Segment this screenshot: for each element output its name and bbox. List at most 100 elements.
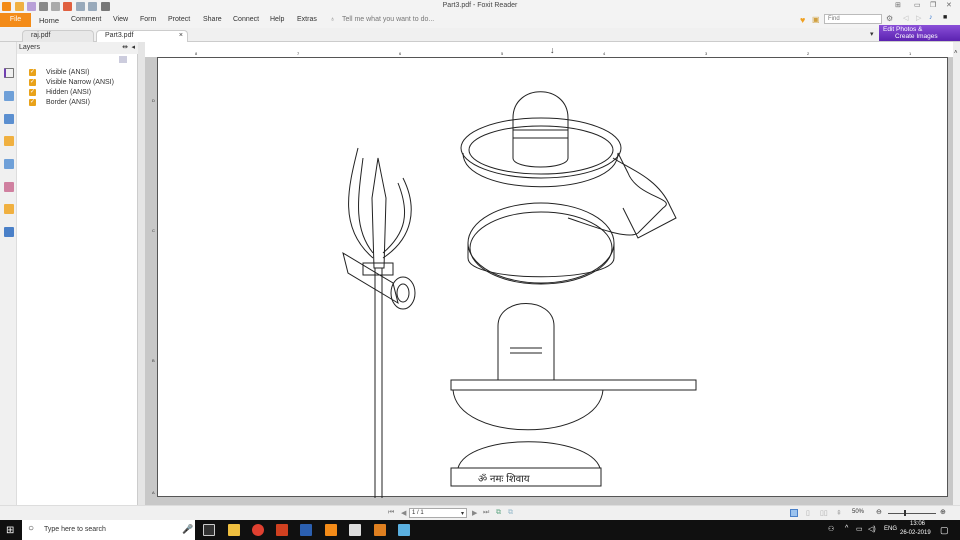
collapse-panel-icon[interactable]: ◂	[131, 43, 135, 51]
page-number-input[interactable]: 1 / 1 ▾	[409, 508, 467, 518]
panel-splitter[interactable]	[138, 42, 145, 505]
layers-panel: Layers ⇹ ◂ ✓ Visible (ANSI) ✓ Visible Narr…	[17, 42, 138, 505]
menu-form[interactable]: Form	[140, 16, 156, 23]
layer-item[interactable]: ✓ Visible Narrow (ANSI)	[29, 79, 114, 86]
ribbon-display-icon[interactable]: ⊞	[895, 1, 901, 9]
bookmarks-icon[interactable]	[4, 68, 14, 78]
vertical-scrollbar[interactable]: ˄	[953, 42, 960, 505]
tab-raj-pdf[interactable]: raj.pdf	[22, 30, 94, 42]
notepad-icon[interactable]	[398, 524, 410, 536]
zoom-level[interactable]: 50%	[852, 509, 864, 515]
tools-icon[interactable]	[4, 227, 14, 237]
photos-icon[interactable]	[349, 524, 361, 536]
menu-share[interactable]: Share	[203, 16, 222, 23]
tab-label: raj.pdf	[31, 32, 51, 39]
tab-part3-pdf[interactable]: Part3.pdf ×	[96, 30, 188, 42]
menu-home[interactable]: Home	[39, 16, 59, 25]
clock-date[interactable]: 26-02-2019	[900, 530, 931, 536]
minimize-button[interactable]: ▭	[914, 1, 921, 9]
file-menu[interactable]: File	[0, 13, 31, 27]
menu-connect[interactable]: Connect	[233, 16, 259, 23]
task-view-icon[interactable]	[203, 524, 215, 536]
menu-protect[interactable]: Protect	[168, 16, 190, 23]
comments-icon[interactable]	[4, 136, 14, 146]
clock-time[interactable]: 13:06	[910, 521, 925, 527]
close-tab-icon[interactable]: ×	[179, 32, 183, 39]
people-icon[interactable]: ⚇	[828, 525, 834, 533]
next-page-icon[interactable]: ▶	[472, 509, 477, 517]
taskbar-search[interactable]: ○ Type here to search 🎤	[22, 520, 195, 540]
checkbox-checked-icon[interactable]: ✓	[29, 89, 36, 96]
volume-icon[interactable]: ◁)	[868, 525, 876, 533]
security-icon[interactable]	[4, 204, 14, 214]
zoom-slider[interactable]	[888, 513, 936, 514]
menu-bar: Home Comment View Form Protect Share Con…	[0, 13, 960, 28]
shivling-front-drawing: ॐ नमः शिवाय	[450, 303, 697, 487]
settings-icon[interactable]: ⚙	[886, 14, 893, 23]
layer-item[interactable]: ✓ Hidden (ANSI)	[29, 89, 91, 96]
layers-icon[interactable]	[4, 114, 14, 124]
checkbox-checked-icon[interactable]: ✓	[29, 99, 36, 106]
ruler-label: 1	[909, 51, 912, 56]
heart-icon[interactable]: ♥	[800, 15, 805, 25]
tray-chevron-icon[interactable]: ^	[845, 525, 848, 532]
app-p-icon[interactable]	[276, 524, 288, 536]
layer-item[interactable]: ✓ Border (ANSI)	[29, 99, 90, 106]
layers-title: Layers	[19, 44, 41, 51]
user-icon[interactable]: ■	[943, 14, 947, 21]
view-previous-icon[interactable]: ⧉	[496, 509, 501, 517]
collapse-ribbon-icon[interactable]: ▾	[870, 30, 874, 38]
network-icon[interactable]: ▭	[856, 525, 863, 533]
checkbox-checked-icon[interactable]: ✓	[29, 69, 36, 76]
pages-icon[interactable]	[4, 91, 14, 101]
language-indicator[interactable]: ENG	[884, 526, 897, 532]
checkbox-checked-icon[interactable]: ✓	[29, 79, 36, 86]
layer-item[interactable]: ✓ Visible (ANSI)	[29, 69, 89, 76]
last-page-icon[interactable]: ⏭	[483, 509, 489, 517]
notifications-icon[interactable]: ▢	[940, 525, 949, 536]
word-icon[interactable]	[300, 524, 312, 536]
scroll-up-icon[interactable]: ˄	[954, 50, 958, 56]
layer-label: Border (ANSI)	[46, 99, 90, 106]
expand-panel-icon[interactable]: ⇹	[122, 43, 128, 51]
bell-icon[interactable]: ♪	[929, 14, 933, 21]
navigation-panel-strip	[0, 42, 17, 520]
find-input[interactable]: Find	[824, 14, 882, 24]
layers-header: Layers ⇹ ◂	[17, 42, 138, 54]
back-icon[interactable]: ◁	[903, 14, 908, 22]
continuous-facing-icon[interactable]: ⇞	[836, 509, 842, 517]
center-arrow-icon: ↓	[550, 45, 555, 55]
close-button[interactable]: ✕	[946, 1, 952, 9]
continuous-icon[interactable]: ▯	[806, 509, 810, 517]
signatures-icon[interactable]	[4, 182, 14, 192]
menu-extras[interactable]: Extras	[297, 16, 317, 23]
file-explorer-icon[interactable]	[228, 524, 240, 536]
windows-start-icon[interactable]: ⊞	[6, 525, 14, 536]
tell-me-input[interactable]: Tell me what you want to do...	[342, 16, 434, 23]
forward-icon[interactable]: ▷	[916, 14, 921, 22]
layer-options-icon[interactable]	[119, 56, 127, 63]
window-title: Part3.pdf - Foxit Reader	[442, 2, 518, 9]
menu-help[interactable]: Help	[270, 16, 284, 23]
foxit-taskbar-icon[interactable]	[325, 524, 337, 536]
svg-text:ॐ नमः शिवाय: ॐ नमः शिवाय	[478, 473, 530, 485]
folder-search-icon[interactable]: ▣	[812, 15, 820, 24]
facing-icon[interactable]: ▯▯	[820, 509, 828, 517]
microphone-icon[interactable]: 🎤	[182, 524, 193, 535]
single-page-icon[interactable]	[790, 509, 798, 517]
view-next-icon[interactable]: ⧉	[508, 509, 513, 517]
chrome-icon[interactable]	[252, 524, 264, 536]
zoom-in-icon[interactable]: ⊕	[940, 508, 946, 516]
menu-comment[interactable]: Comment	[71, 16, 101, 23]
attachments-icon[interactable]	[4, 159, 14, 169]
lightbulb-icon: ♁	[330, 16, 336, 23]
edit-photos-promo[interactable]: Edit Photos & Create Images	[879, 25, 960, 41]
previous-page-icon[interactable]: ◀	[401, 509, 406, 517]
zoom-slider-thumb[interactable]	[904, 510, 906, 516]
app-i-icon[interactable]	[374, 524, 386, 536]
layer-label: Hidden (ANSI)	[46, 89, 92, 96]
zoom-out-icon[interactable]: ⊖	[876, 508, 882, 516]
menu-view[interactable]: View	[113, 16, 128, 23]
first-page-icon[interactable]: ⏮	[388, 509, 394, 517]
restore-button[interactable]: ❐	[930, 1, 936, 9]
